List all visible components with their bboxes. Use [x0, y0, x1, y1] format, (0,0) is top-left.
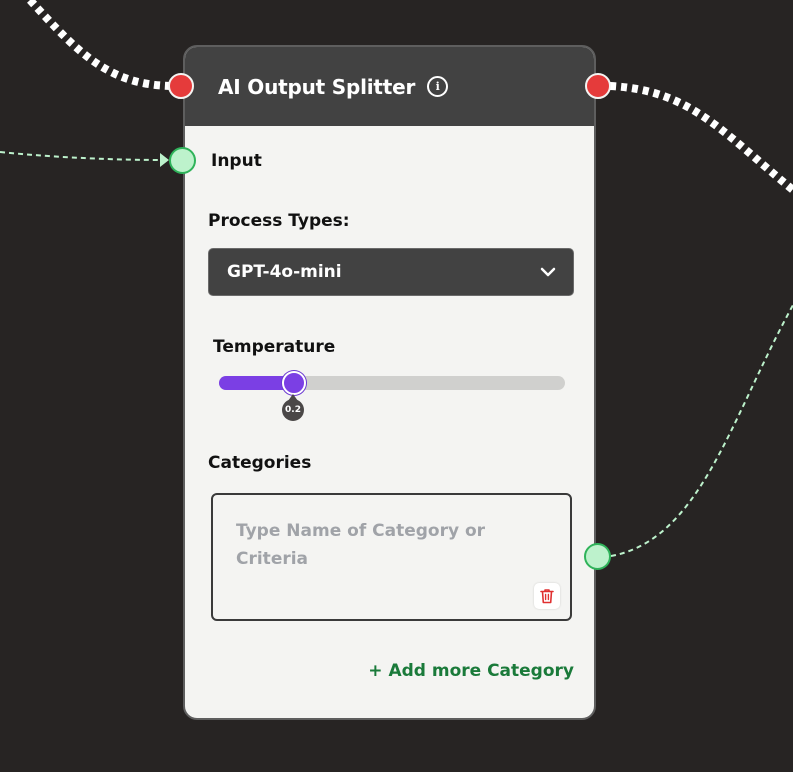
category-textarea[interactable]: Type Name of Category or Criteria [211, 493, 572, 621]
wire-incoming-white [27, 0, 173, 90]
delete-category-button[interactable] [534, 583, 560, 609]
process-type-select[interactable]: GPT-4o-mini [208, 248, 574, 296]
input-data-port[interactable] [169, 147, 196, 174]
temperature-label: Temperature [213, 337, 336, 357]
wire-input-green [0, 151, 163, 161]
add-more-category-link[interactable]: + Add more Category [368, 661, 574, 681]
process-types-label: Process Types: [208, 211, 350, 231]
process-type-value: GPT-4o-mini [227, 262, 342, 282]
wire-category-green [610, 304, 793, 557]
category-output-port[interactable] [584, 543, 611, 570]
categories-label: Categories [208, 453, 312, 473]
slider-value-badge: 0.2 [282, 394, 304, 421]
node-header[interactable]: AI Output Splitter i [185, 47, 594, 126]
input-label: Input [211, 151, 262, 171]
ai-output-splitter-node[interactable]: AI Output Splitter i Input Process Types… [183, 45, 596, 720]
category-placeholder: Type Name of Category or Criteria [236, 521, 486, 569]
input-trigger-port[interactable] [168, 73, 194, 99]
slider-thumb[interactable] [282, 371, 306, 395]
node-title: AI Output Splitter [218, 74, 416, 99]
wire-outgoing-white [609, 82, 793, 194]
temperature-slider[interactable]: 0.2 [219, 371, 565, 421]
trash-icon [540, 589, 554, 604]
chevron-down-icon [540, 267, 556, 277]
output-trigger-port[interactable] [585, 73, 611, 99]
info-icon[interactable]: i [427, 76, 449, 97]
wire-input-arrow [160, 153, 169, 167]
